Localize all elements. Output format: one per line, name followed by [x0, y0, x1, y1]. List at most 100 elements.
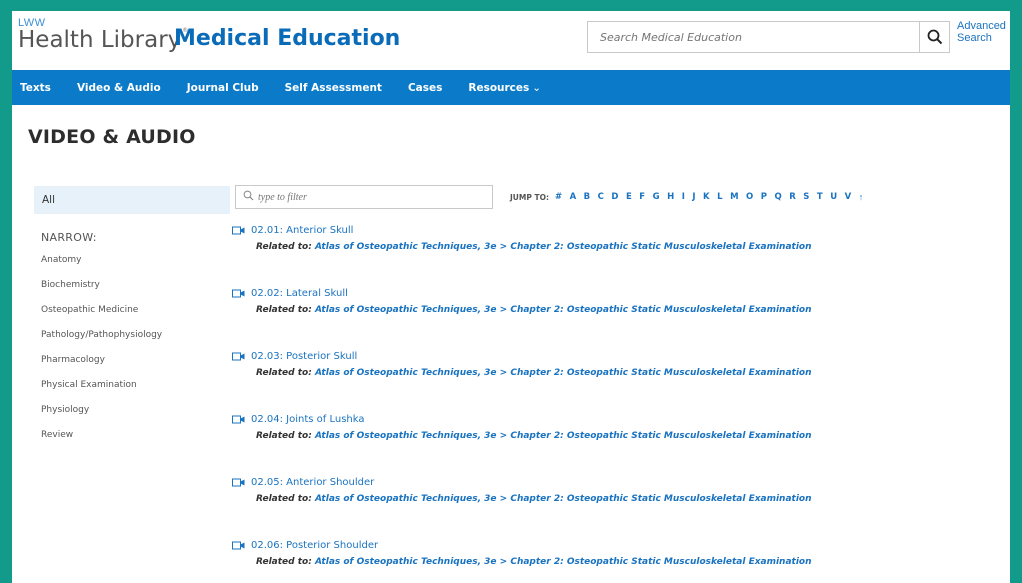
jump-letter-c[interactable]: C	[598, 192, 604, 202]
result-related: Related to: Atlas of Osteopathic Techniq…	[232, 557, 812, 567]
related-label: Related to:	[256, 431, 312, 441]
list-item: 02.03: Posterior Skull Related to: Atlas…	[232, 349, 812, 412]
video-camera-icon	[232, 352, 245, 360]
jump-letter-d[interactable]: D	[611, 192, 618, 202]
result-link[interactable]: 02.01: Anterior Skull	[251, 225, 353, 236]
list-item: 02.04: Joints of Lushka Related to: Atla…	[232, 412, 812, 475]
result-related: Related to: Atlas of Osteopathic Techniq…	[232, 305, 812, 315]
jump-letter-m[interactable]: M	[730, 192, 738, 202]
jump-letter-h[interactable]: H	[667, 192, 674, 202]
result-title-row: 02.05: Anterior Shoulder	[232, 475, 812, 489]
list-item: 02.06: Posterior Shoulder Related to: At…	[232, 538, 812, 583]
video-camera-icon	[232, 226, 245, 234]
related-link[interactable]: Atlas of Osteopathic Techniques, 3e > Ch…	[315, 557, 812, 567]
related-link[interactable]: Atlas of Osteopathic Techniques, 3e > Ch…	[315, 305, 812, 315]
video-camera-icon	[232, 541, 245, 549]
related-label: Related to:	[256, 368, 312, 378]
jump-letter-v[interactable]: V	[845, 192, 852, 202]
jump-letter-e[interactable]: E	[626, 192, 632, 202]
sidebar-list: Anatomy Biochemistry Osteopathic Medicin…	[41, 255, 162, 455]
jump-letter-k[interactable]: K	[703, 192, 710, 202]
nav-cases[interactable]: Cases	[408, 82, 442, 94]
jump-letter-o[interactable]: O	[746, 192, 753, 202]
jump-letter-a[interactable]: A	[570, 192, 577, 202]
page-title: VIDEO & AUDIO	[28, 126, 196, 148]
related-link[interactable]: Atlas of Osteopathic Techniques, 3e > Ch…	[315, 242, 812, 252]
jump-letter-t[interactable]: T	[817, 192, 823, 202]
video-camera-icon	[232, 478, 245, 486]
jump-letter-q[interactable]: Q	[775, 192, 782, 202]
list-item: 02.02: Lateral Skull Related to: Atlas o…	[232, 286, 812, 349]
list-item: 02.05: Anterior Shoulder Related to: Atl…	[232, 475, 812, 538]
result-link[interactable]: 02.05: Anterior Shoulder	[251, 477, 374, 488]
nav-video-audio[interactable]: Video & Audio	[77, 82, 161, 94]
related-link[interactable]: Atlas of Osteopathic Techniques, 3e > Ch…	[315, 368, 812, 378]
nav-texts[interactable]: Texts	[20, 82, 51, 94]
advanced-search-link[interactable]: Advanced Search	[957, 20, 1007, 44]
related-label: Related to:	[256, 494, 312, 504]
result-related: Related to: Atlas of Osteopathic Techniq…	[232, 242, 812, 252]
site-header: LWW Health Library® Medical Education Ad…	[12, 11, 1010, 76]
jump-to-label: JUMP TO:	[510, 192, 549, 202]
jump-letter-r[interactable]: R	[789, 192, 796, 202]
filter-box	[235, 185, 493, 209]
filter-input[interactable]	[258, 188, 488, 206]
video-camera-icon	[232, 289, 245, 297]
sidebar-item-physiology[interactable]: Physiology	[41, 405, 162, 430]
sidebar-item-pathology[interactable]: Pathology/Pathophysiology	[41, 330, 162, 355]
result-title-row: 02.06: Posterior Shoulder	[232, 538, 812, 552]
search-icon	[243, 190, 254, 201]
related-label: Related to:	[256, 557, 312, 567]
result-related: Related to: Atlas of Osteopathic Techniq…	[232, 494, 812, 504]
sidebar-item-pharmacology[interactable]: Pharmacology	[41, 355, 162, 380]
jump-letter-u[interactable]: U	[830, 192, 837, 202]
sidebar-item-physical-examination[interactable]: Physical Examination	[41, 380, 162, 405]
related-link[interactable]: Atlas of Osteopathic Techniques, 3e > Ch…	[315, 494, 812, 504]
search-icon	[927, 29, 942, 45]
sidebar-narrow-heading: NARROW:	[41, 231, 97, 244]
jump-to-bar: JUMP TO: # A B C D E F G H I J K L M O P…	[510, 192, 863, 202]
sidebar-item-review[interactable]: Review	[41, 430, 162, 455]
result-link[interactable]: 02.04: Joints of Lushka	[251, 414, 365, 425]
result-title-row: 02.02: Lateral Skull	[232, 286, 812, 300]
result-title-row: 02.01: Anterior Skull	[232, 223, 812, 237]
jump-letter-hash[interactable]: #	[555, 192, 562, 202]
result-link[interactable]: 02.06: Posterior Shoulder	[251, 540, 378, 551]
jump-letter-g[interactable]: G	[653, 192, 660, 202]
results-list: 02.01: Anterior Skull Related to: Atlas …	[232, 223, 812, 583]
jump-letter-l[interactable]: L	[717, 192, 722, 202]
jump-letter-b[interactable]: B	[584, 192, 590, 202]
sidebar-item-osteopathic-medicine[interactable]: Osteopathic Medicine	[41, 305, 162, 330]
related-link[interactable]: Atlas of Osteopathic Techniques, 3e > Ch…	[315, 431, 812, 441]
sidebar-item-biochemistry[interactable]: Biochemistry	[41, 280, 162, 305]
search-input[interactable]	[587, 21, 920, 53]
video-camera-icon	[232, 415, 245, 423]
jump-letter-s[interactable]: S	[803, 192, 809, 202]
result-related: Related to: Atlas of Osteopathic Techniq…	[232, 431, 812, 441]
sidebar-item-all[interactable]: All	[34, 186, 230, 214]
result-related: Related to: Atlas of Osteopathic Techniq…	[232, 368, 812, 378]
jump-letter-j[interactable]: J	[692, 192, 695, 202]
nav-resources[interactable]: Resources ⌄	[468, 82, 541, 94]
main-nav: Texts Video & Audio Journal Club Self As…	[12, 70, 1010, 105]
result-title-row: 02.03: Posterior Skull	[232, 349, 812, 363]
jump-letter-f[interactable]: F	[639, 192, 645, 202]
site-title[interactable]: Medical Education	[174, 26, 400, 51]
related-label: Related to:	[256, 305, 312, 315]
search-button[interactable]	[920, 21, 950, 53]
logo-health-library[interactable]: Health Library®	[18, 27, 188, 53]
list-item: 02.01: Anterior Skull Related to: Atlas …	[232, 223, 812, 286]
result-link[interactable]: 02.02: Lateral Skull	[251, 288, 348, 299]
result-link[interactable]: 02.03: Posterior Skull	[251, 351, 357, 362]
nav-self-assessment[interactable]: Self Assessment	[285, 82, 382, 94]
nav-journal-club[interactable]: Journal Club	[187, 82, 259, 94]
back-to-top-icon[interactable]: ↑	[859, 192, 864, 202]
logo-main-text: Health Library	[18, 27, 182, 53]
jump-letter-p[interactable]: P	[761, 192, 767, 202]
related-label: Related to:	[256, 242, 312, 252]
sidebar-item-anatomy[interactable]: Anatomy	[41, 255, 162, 280]
page-frame: LWW Health Library® Medical Education Ad…	[12, 11, 1010, 583]
chevron-down-icon: ⌄	[532, 81, 542, 94]
jump-letter-i[interactable]: I	[682, 192, 685, 202]
nav-resources-label: Resources	[468, 81, 530, 94]
